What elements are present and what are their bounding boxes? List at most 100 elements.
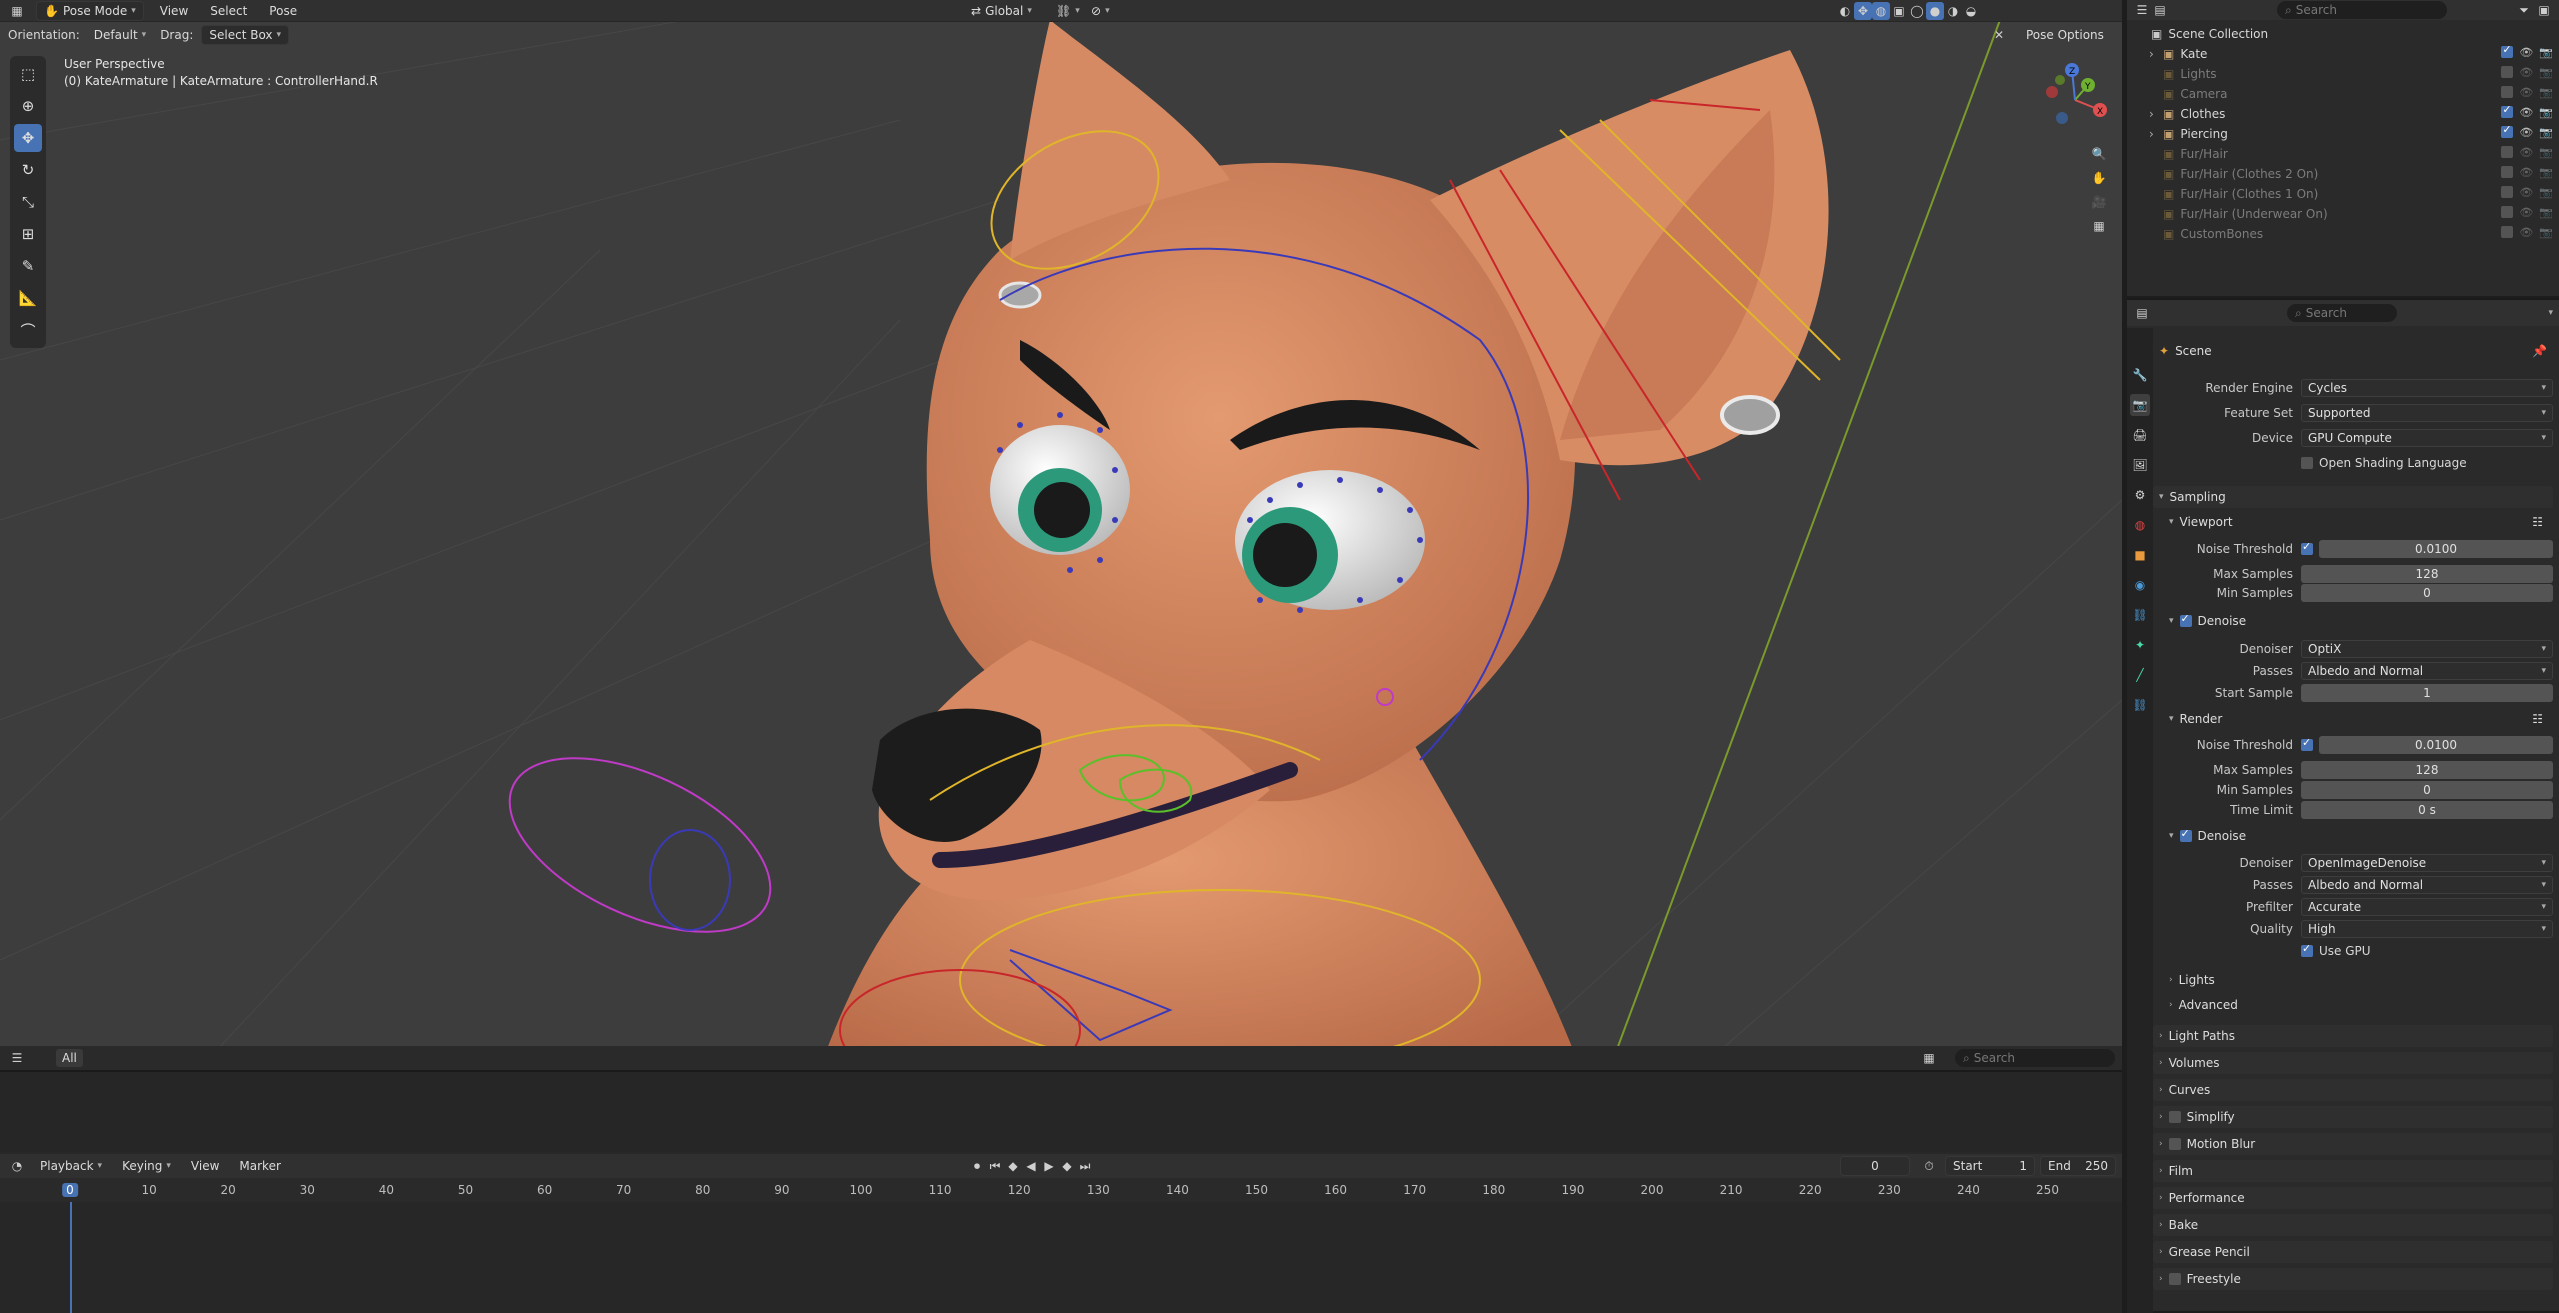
expand-icon[interactable]: › <box>2149 107 2163 121</box>
eye-icon[interactable]: 👁 <box>2519 186 2533 199</box>
tool-tab-icon[interactable]: 🔧 <box>2130 364 2150 386</box>
menu-select[interactable]: Select <box>204 2 253 20</box>
render-camera-icon[interactable]: 📷 <box>2539 186 2553 199</box>
jump-end-icon[interactable]: ⏭ <box>1076 1157 1094 1175</box>
outliner-search-input[interactable]: ⌕ Search <box>2277 1 2447 19</box>
output-tab-icon[interactable]: 🖨 <box>2130 424 2150 446</box>
outliner-item[interactable]: ›▣Kate👁📷 <box>2127 43 2559 64</box>
editor-type-icon[interactable]: ▤ <box>2133 304 2151 322</box>
r-passes-dropdown[interactable]: Albedo and Normal ▾ <box>2301 876 2553 894</box>
playhead-line[interactable] <box>70 1202 72 1313</box>
eye-icon[interactable]: 👁 <box>2519 86 2533 99</box>
shading-rendered-icon[interactable]: ◒ <box>1962 2 1980 20</box>
panel-header[interactable]: › Curves <box>2153 1079 2553 1101</box>
drag-dropdown[interactable]: Select Box ▾ <box>201 25 290 45</box>
frame-ruler[interactable]: 0 10 20 30 40 50 60 70 80 90 100 110 120 130 140 150 160… <box>0 1178 2122 1202</box>
end-frame-field[interactable]: End 250 <box>2040 1156 2116 1176</box>
filter-icon[interactable]: ⏷ <box>2515 1 2533 19</box>
render-camera-icon[interactable]: 📷 <box>2539 106 2553 119</box>
exclude-checkbox[interactable] <box>2501 66 2514 78</box>
render-subpanel-header[interactable]: ▾ Render ☷ <box>2153 708 2553 730</box>
exclude-checkbox[interactable] <box>2501 186 2514 198</box>
view-layer-tab-icon[interactable]: 🖼 <box>2130 454 2150 476</box>
transform-tool[interactable]: ⊞ <box>14 220 42 248</box>
panel-header[interactable]: › Light Paths <box>2153 1025 2553 1047</box>
render-camera-icon[interactable]: 📷 <box>2539 46 2553 59</box>
asset-search-input[interactable]: ⌕ Search <box>1955 1049 2115 1067</box>
vp-denoise-subpanel[interactable]: ▾Denoise <box>2153 610 2553 632</box>
gizmo-icon[interactable]: ✥ <box>1854 1 1872 20</box>
prev-keyframe-icon[interactable]: ◆ <box>1004 1157 1022 1175</box>
menu-marker[interactable]: Marker <box>233 1157 286 1175</box>
outliner-root[interactable]: ▣ Scene Collection <box>2127 24 2559 44</box>
outliner-item[interactable]: ›▣Piercing👁📷 <box>2127 123 2559 144</box>
presets-icon[interactable]: ☷ <box>2532 712 2543 726</box>
outliner-item[interactable]: ▣ Fur/Hair (Clothes 2 On) 👁 📷 <box>2127 164 2559 184</box>
eye-icon[interactable]: 👁 <box>2519 206 2533 219</box>
render-camera-icon[interactable]: 📷 <box>2539 66 2553 79</box>
r-denoise-checkbox[interactable] <box>2179 827 2192 842</box>
feature-set-dropdown[interactable]: Supported ▾ <box>2301 404 2553 422</box>
viewport-subpanel-header[interactable]: ▾ Viewport ☷ <box>2153 511 2553 533</box>
play-icon[interactable]: ▶ <box>1040 1157 1058 1175</box>
use-gpu-checkbox[interactable] <box>2301 942 2313 957</box>
presets-icon[interactable]: ☷ <box>2532 515 2543 529</box>
panel-header[interactable]: › Freestyle <box>2153 1268 2553 1290</box>
exclude-checkbox[interactable] <box>2501 43 2514 58</box>
panel-header[interactable]: › Film <box>2153 1160 2553 1182</box>
object-tab-icon[interactable]: ■ <box>2130 544 2150 566</box>
panel-header[interactable]: › Performance <box>2153 1187 2553 1209</box>
grid-view-icon[interactable]: ▦ <box>2090 217 2108 235</box>
bone-size-tool[interactable]: ⌒ <box>14 316 42 344</box>
render-camera-icon[interactable]: 📷 <box>2539 126 2553 139</box>
zoom-icon[interactable]: 🔍 <box>2090 145 2108 163</box>
render-camera-icon[interactable]: 📷 <box>2539 86 2553 99</box>
shading-material-icon[interactable]: ◑ <box>1944 2 1962 20</box>
eye-icon[interactable]: 👁 <box>2519 46 2533 59</box>
r-noise-threshold-field[interactable]: 0.0100 <box>2319 736 2553 754</box>
exclude-checkbox[interactable] <box>2501 206 2514 218</box>
r-quality-dropdown[interactable]: High ▾ <box>2301 920 2553 938</box>
vp-start-sample-field[interactable]: 1 <box>2301 684 2553 702</box>
lights-subpanel[interactable]: › Lights <box>2153 969 2553 991</box>
panel-header[interactable]: › Motion Blur <box>2153 1133 2553 1155</box>
chevron-down-icon[interactable]: ▾ <box>2548 308 2553 318</box>
editor-type-icon[interactable]: ▦ <box>8 2 26 20</box>
pin-icon[interactable]: 📌 <box>2532 344 2547 358</box>
pivot-dropdown[interactable]: ⛓ ▾ <box>1050 2 1086 20</box>
advanced-subpanel[interactable]: › Advanced <box>2153 994 2553 1016</box>
outliner-item[interactable]: ▣ Fur/Hair 👁 📷 <box>2127 144 2559 164</box>
current-frame-field[interactable]: 0 <box>1840 1156 1910 1176</box>
bone-tab-icon[interactable]: ╱ <box>2130 664 2150 686</box>
vp-noise-threshold-checkbox[interactable] <box>2301 540 2313 555</box>
render-camera-icon[interactable]: 📷 <box>2539 166 2553 179</box>
scene-tab-icon[interactable]: ⚙ <box>2130 484 2150 506</box>
panel-header[interactable]: › Volumes <box>2153 1052 2553 1074</box>
timeline-track-area[interactable] <box>0 1202 2122 1313</box>
next-keyframe-icon[interactable]: ◆ <box>1058 1157 1076 1175</box>
display-mode-icon[interactable]: ▤ <box>2151 1 2169 19</box>
eye-icon[interactable]: 👁 <box>2519 166 2533 179</box>
render-camera-icon[interactable]: 📷 <box>2539 206 2553 219</box>
r-time-limit-field[interactable]: 0 s <box>2301 801 2553 819</box>
shading-solid-icon[interactable]: ● <box>1926 1 1944 20</box>
panel-header[interactable]: › Grease Pencil <box>2153 1241 2553 1263</box>
exclude-checkbox[interactable] <box>2501 146 2514 158</box>
outliner-item[interactable]: ▣ CustomBones 👁 📷 <box>2127 224 2559 244</box>
vp-min-samples-field[interactable]: 0 <box>2301 584 2553 602</box>
expand-icon[interactable]: › <box>2149 47 2163 61</box>
eye-icon[interactable]: 👁 <box>2519 226 2533 239</box>
eye-icon[interactable]: 👁 <box>2519 146 2533 159</box>
panel-enable-checkbox[interactable] <box>2168 1138 2181 1150</box>
cursor-tool[interactable]: ⊕ <box>14 92 42 120</box>
overlay-icon[interactable]: ◍ <box>1872 1 1890 20</box>
move-tool[interactable]: ✥ <box>14 124 42 152</box>
eye-icon[interactable]: 👁 <box>2519 126 2533 139</box>
start-frame-field[interactable]: Start 1 <box>1945 1156 2035 1176</box>
exclude-checkbox[interactable] <box>2501 103 2514 118</box>
timeline-editor[interactable]: ◔ Playback ▾ Keying ▾ View Marker ⏺ ⏮ ◆ ◀ … <box>0 1070 2122 1313</box>
orientation-dropdown[interactable]: Default ▾ <box>88 26 152 44</box>
r-denoise-subpanel[interactable]: ▾Denoise <box>2153 825 2553 847</box>
jump-start-icon[interactable]: ⏮ <box>986 1157 1004 1175</box>
bone-constraint-tab-icon[interactable]: ⛓ <box>2130 694 2150 716</box>
